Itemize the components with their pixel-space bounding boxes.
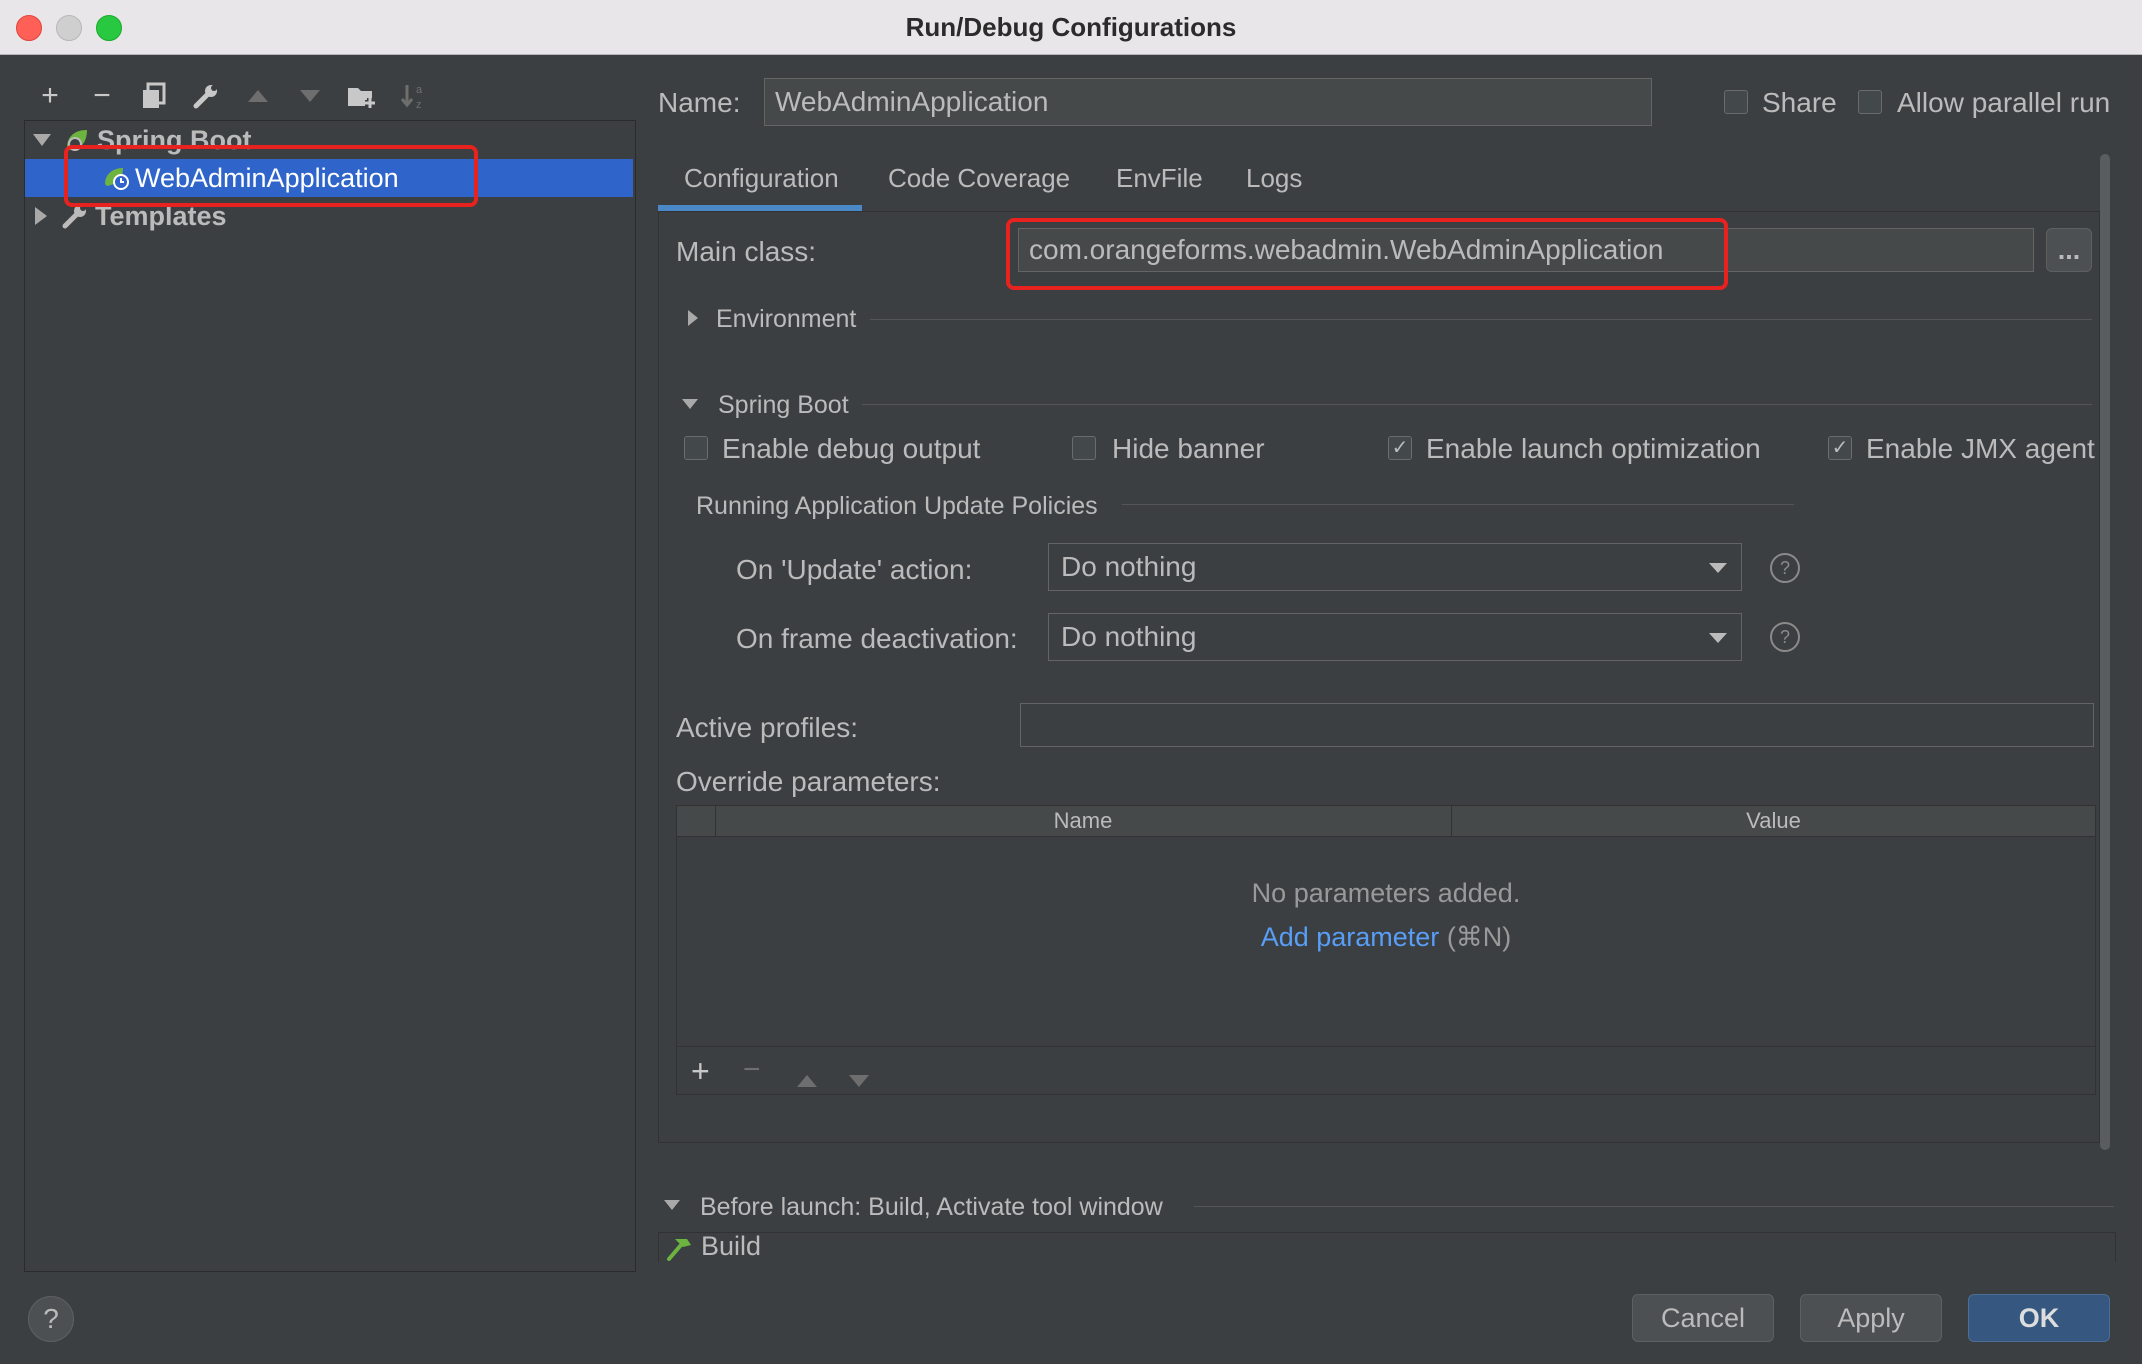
update-action-select[interactable]: Do nothing xyxy=(1048,543,1742,591)
environment-expand-icon[interactable] xyxy=(688,310,698,326)
table-header: Name Value xyxy=(677,806,2095,837)
svg-text:z: z xyxy=(416,99,422,111)
separator xyxy=(870,319,2092,320)
share-checkbox[interactable] xyxy=(1724,90,1748,114)
help-icon[interactable]: ? xyxy=(1770,553,1800,583)
frame-deactivation-label: On frame deactivation: xyxy=(736,623,1018,654)
allow-parallel-checkbox[interactable] xyxy=(1858,90,1882,114)
add-parameter-link[interactable]: Add parameter xyxy=(1261,922,1440,952)
column-header-name[interactable]: Name xyxy=(715,806,1452,836)
ok-button[interactable]: OK xyxy=(1968,1294,2110,1342)
title-bar: Run/Debug Configurations xyxy=(0,0,2142,55)
enable-debug-output-label: Enable debug output xyxy=(722,433,981,464)
add-parameter-shortcut: (⌘N) xyxy=(1446,922,1512,952)
hide-banner-label: Hide banner xyxy=(1112,433,1265,464)
separator xyxy=(1194,1206,2114,1207)
enable-launch-optimization-label: Enable launch optimization xyxy=(1426,433,1761,464)
wrench-icon[interactable] xyxy=(188,78,224,114)
environment-label[interactable]: Environment xyxy=(716,305,856,334)
tab-code-coverage[interactable]: Code Coverage xyxy=(888,163,1070,194)
vertical-scrollbar[interactable] xyxy=(2100,154,2110,1150)
copy-icon[interactable] xyxy=(136,78,172,114)
enable-launch-optimization-checkbox[interactable]: ✓ xyxy=(1388,436,1412,460)
name-field[interactable]: WebAdminApplication xyxy=(764,78,1652,126)
move-up-icon[interactable] xyxy=(795,1063,819,1095)
cancel-button[interactable]: Cancel xyxy=(1632,1294,1774,1342)
spring-boot-collapse-icon[interactable] xyxy=(682,399,698,409)
frame-deactivation-value: Do nothing xyxy=(1061,621,1197,652)
before-launch-collapse-icon[interactable] xyxy=(664,1200,680,1210)
name-label: Name: xyxy=(658,87,741,118)
apply-button[interactable]: Apply xyxy=(1800,1294,1942,1342)
override-parameters-table: Name Value No parameters added. Add para… xyxy=(676,805,2096,1095)
update-action-value: Do nothing xyxy=(1061,551,1197,582)
add-icon[interactable]: + xyxy=(32,78,68,114)
enable-jmx-agent-label: Enable JMX agent xyxy=(1866,433,2095,464)
highlight-box xyxy=(1006,218,1728,290)
help-button[interactable]: ? xyxy=(28,1296,74,1342)
svg-text:a: a xyxy=(416,84,423,96)
browse-main-class-button[interactable]: ... xyxy=(2046,228,2092,272)
enable-jmx-agent-checkbox[interactable]: ✓ xyxy=(1828,436,1852,460)
before-launch-label: Before launch: Build, Activate tool wind… xyxy=(700,1193,1163,1221)
sort-icon[interactable]: az xyxy=(396,78,432,114)
tab-logs[interactable]: Logs xyxy=(1246,163,1302,194)
table-header-cell xyxy=(677,806,716,836)
enable-debug-output-checkbox[interactable] xyxy=(684,436,708,460)
empty-table-text: No parameters added. xyxy=(1251,878,1521,908)
add-parameter-row: Add parameter (⌘N) xyxy=(677,922,2095,953)
override-parameters-label: Override parameters: xyxy=(676,766,941,797)
expand-arrow-icon[interactable] xyxy=(33,134,51,146)
highlight-box xyxy=(64,145,478,207)
main-class-label: Main class: xyxy=(676,236,817,267)
hammer-icon xyxy=(665,1235,695,1268)
column-header-value[interactable]: Value xyxy=(1452,806,2095,836)
share-label: Share xyxy=(1762,87,1837,118)
tab-envfile[interactable]: EnvFile xyxy=(1116,163,1203,194)
active-profiles-label: Active profiles: xyxy=(676,712,859,743)
before-launch-item[interactable]: Build xyxy=(701,1231,761,1262)
frame-deactivation-select[interactable]: Do nothing xyxy=(1048,613,1742,661)
window-title: Run/Debug Configurations xyxy=(905,12,1237,42)
table-toolbar: + − xyxy=(677,1046,2095,1095)
remove-icon[interactable]: − xyxy=(743,1053,761,1087)
help-icon[interactable]: ? xyxy=(1770,622,1800,652)
configuration-tree: WebAdminApplication Spring Boot WebAdmin… xyxy=(24,120,636,1272)
separator xyxy=(1122,504,1794,505)
move-down-icon[interactable] xyxy=(292,78,328,114)
update-policies-label: Running Application Update Policies xyxy=(696,492,1098,520)
separator xyxy=(862,404,2092,405)
hide-banner-checkbox[interactable] xyxy=(1072,436,1096,460)
chevron-down-icon xyxy=(1709,563,1727,573)
active-profiles-field[interactable] xyxy=(1020,703,2094,747)
move-down-icon[interactable] xyxy=(847,1063,871,1095)
allow-parallel-label: Allow parallel run xyxy=(1897,87,2111,118)
add-icon[interactable]: + xyxy=(691,1053,710,1090)
chevron-down-icon xyxy=(1709,633,1727,643)
update-action-label: On 'Update' action: xyxy=(736,554,973,585)
before-launch-list: Build xyxy=(658,1231,2116,1262)
collapse-arrow-icon[interactable] xyxy=(35,207,47,225)
remove-icon[interactable]: − xyxy=(84,78,120,114)
tab-configuration[interactable]: Configuration xyxy=(684,163,839,194)
new-folder-icon[interactable] xyxy=(344,78,380,114)
move-up-icon[interactable] xyxy=(240,78,276,114)
spring-boot-section-label: Spring Boot xyxy=(718,391,849,419)
